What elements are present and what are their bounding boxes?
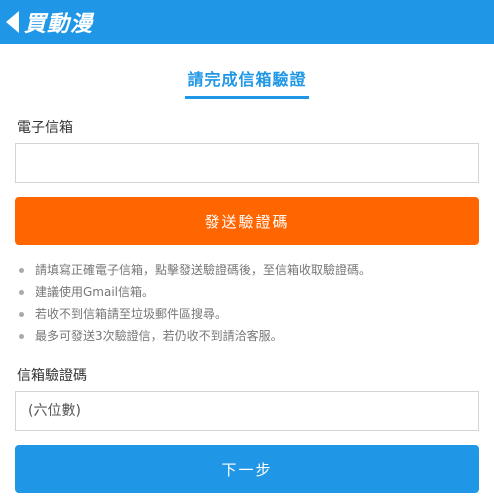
instruction-item: 建議使用Gmail信箱。 [17,281,479,303]
page-title-wrap: 請完成信箱驗證 [0,66,494,99]
verification-form: 電子信箱 發送驗證碼 請填寫正確電子信箱，點擊發送驗證碼後，至信箱收取驗證碼。 … [0,117,494,493]
email-label: 電子信箱 [17,120,73,136]
chevron-left-icon[interactable] [6,11,19,33]
send-code-button[interactable]: 發送驗證碼 [15,197,479,245]
email-field[interactable] [15,143,479,183]
brand-title[interactable]: 買動漫 [24,6,93,38]
instruction-list: 請填寫正確電子信箱，點擊發送驗證碼後，至信箱收取驗證碼。 建議使用Gmail信箱… [17,259,479,347]
app-header: 買動漫 [0,0,494,44]
next-step-button[interactable]: 下一步 [15,445,479,493]
instruction-item: 請填寫正確電子信箱，點擊發送驗證碼後，至信箱收取驗證碼。 [17,259,479,281]
instruction-item: 最多可發送3次驗證信，若仍收不到請洽客服。 [17,325,479,347]
instruction-item: 若收不到信箱請至垃圾郵件區搜尋。 [17,303,479,325]
verification-code-field[interactable] [15,391,479,431]
page-title: 請完成信箱驗證 [185,66,309,99]
code-label: 信箱驗證碼 [17,368,87,384]
